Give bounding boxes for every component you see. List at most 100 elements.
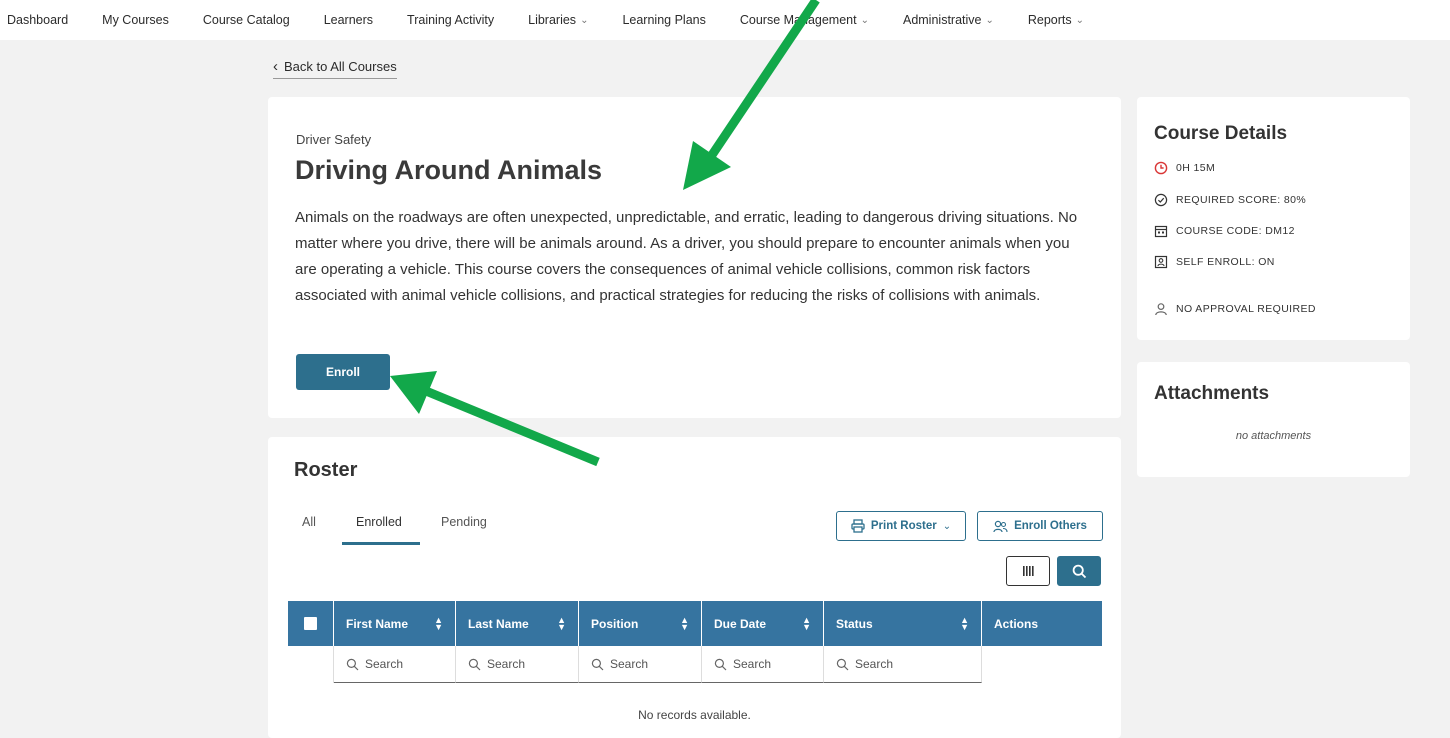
nav-libraries[interactable]: Libraries ⌄: [528, 13, 588, 27]
filter-spacer: [288, 646, 334, 683]
status-search-input[interactable]: Search: [824, 646, 982, 683]
column-label: Actions: [994, 616, 1039, 631]
first-name-search-input[interactable]: Search: [334, 646, 456, 683]
nav-learning-plans[interactable]: Learning Plans: [622, 13, 705, 27]
roster-card: Roster All Enrolled Pending Print Roster…: [268, 437, 1121, 738]
nav-learners[interactable]: Learners: [324, 13, 373, 27]
search-icon: [836, 658, 849, 670]
nav-label: Dashboard: [7, 13, 69, 27]
chevron-down-icon: ⌄: [942, 520, 952, 532]
approval-row: NO APPROVAL REQUIRED: [1154, 302, 1316, 316]
back-link-label: Back to All Courses: [284, 59, 397, 74]
enroll-others-label: Enroll Others: [1014, 520, 1087, 532]
search-placeholder: Search: [487, 657, 526, 671]
column-label: Status: [836, 616, 873, 631]
course-code-value: COURSE CODE: DM12: [1176, 225, 1295, 237]
attachments-card: Attachments no attachments: [1137, 362, 1410, 477]
column-header-due-date[interactable]: Due Date ▲ ▼: [702, 601, 824, 646]
select-all-cell: [288, 601, 334, 646]
nav-label: Reports: [1027, 13, 1072, 27]
no-attachments-text: no attachments: [1235, 430, 1312, 442]
search-icon: [346, 658, 359, 670]
course-overview-card: Driver Safety Driving Around Animals Ani…: [268, 97, 1121, 418]
due-date-search-input[interactable]: Search: [702, 646, 824, 683]
user-icon: [1155, 303, 1167, 316]
search-icon: [468, 658, 481, 670]
search-placeholder: Search: [855, 657, 894, 671]
search-placeholder: Search: [365, 657, 404, 671]
self-enroll-row: SELF ENROLL: ON: [1154, 255, 1275, 269]
printer-icon: [851, 519, 865, 533]
column-label: First Name: [346, 616, 409, 631]
nav-course-management[interactable]: Course Management ⌄: [740, 13, 869, 27]
clock-icon: [1154, 161, 1168, 175]
nav-reports[interactable]: Reports ⌄: [1028, 13, 1084, 27]
required-score-row: REQUIRED SCORE: 80%: [1154, 193, 1306, 207]
sort-icon: ▲ ▼: [680, 614, 689, 632]
nav-label: Course Management: [739, 13, 857, 27]
chevron-down-icon: ⌄: [1075, 14, 1085, 26]
approval-value: NO APPROVAL REQUIRED: [1176, 303, 1316, 315]
column-header-last-name[interactable]: Last Name ▲ ▼: [456, 601, 579, 646]
top-navigation: Dashboard My Courses Course Catalog Lear…: [0, 0, 1450, 40]
column-header-first-name[interactable]: First Name ▲ ▼: [334, 601, 456, 646]
select-all-checkbox[interactable]: [304, 617, 317, 630]
roster-title: Roster: [294, 459, 358, 481]
search-placeholder: Search: [610, 657, 649, 671]
course-details-title: Course Details: [1154, 123, 1288, 144]
column-header-position[interactable]: Position ▲ ▼: [579, 601, 702, 646]
duration-row: 0H 15M: [1154, 161, 1215, 175]
empty-table-message: No records available.: [638, 708, 751, 722]
search-icon: [1072, 564, 1086, 578]
column-label: Position: [591, 616, 639, 631]
course-category: Driver Safety: [296, 132, 372, 147]
nav-administrative[interactable]: Administrative ⌄: [903, 13, 994, 27]
table-search-button[interactable]: [1057, 556, 1101, 586]
column-header-actions: Actions: [982, 601, 1102, 646]
users-icon: [993, 520, 1008, 532]
nav-label: Training Activity: [407, 13, 495, 27]
last-name-search-input[interactable]: Search: [456, 646, 579, 683]
roster-table-header: First Name ▲ ▼ Last Name ▲ ▼ Position ▲ ▼ Due …: [288, 601, 1102, 646]
course-code-row: COURSE CODE: DM12: [1154, 224, 1295, 238]
nav-label: My Courses: [102, 13, 169, 27]
sort-icon: ▲ ▼: [960, 614, 969, 632]
id-badge-icon: [1154, 255, 1168, 269]
chevron-down-icon: ⌄: [985, 14, 994, 26]
enroll-button[interactable]: Enroll: [296, 354, 390, 390]
print-roster-button[interactable]: Print Roster ⌄: [836, 511, 966, 541]
columns-icon: [1023, 566, 1034, 576]
search-icon: [714, 658, 727, 670]
course-title: Driving Around Animals: [295, 155, 603, 185]
required-score-value: REQUIRED SCORE: 80%: [1176, 194, 1307, 206]
nav-label: Learning Plans: [622, 13, 706, 27]
nav-label: Learners: [323, 13, 374, 27]
print-roster-label: Print Roster: [870, 520, 937, 532]
nav-label: Libraries: [528, 13, 577, 27]
nav-dashboard[interactable]: Dashboard: [7, 13, 68, 27]
back-to-all-courses-link[interactable]: ‹ Back to All Courses: [273, 58, 397, 79]
tab-pending[interactable]: Pending: [441, 515, 487, 529]
roster-filter-row: Search Search Search Search Search: [288, 646, 1102, 683]
sort-icon: ▲ ▼: [802, 614, 811, 632]
chevron-down-icon: ⌄: [860, 14, 869, 26]
nav-training-activity[interactable]: Training Activity: [407, 13, 494, 27]
course-description: Animals on the roadways are often unexpe…: [295, 209, 1078, 304]
nav-label: Course Catalog: [202, 13, 290, 27]
column-header-status[interactable]: Status ▲ ▼: [824, 601, 982, 646]
nav-course-catalog[interactable]: Course Catalog: [203, 13, 290, 27]
attachments-title: Attachments: [1154, 383, 1270, 404]
enroll-others-button[interactable]: Enroll Others: [977, 511, 1103, 541]
duration-value: 0H 15M: [1176, 162, 1216, 174]
column-label: Due Date: [714, 616, 767, 631]
nav-label: Administrative: [902, 13, 982, 27]
nav-my-courses[interactable]: My Courses: [102, 13, 169, 27]
sort-icon: ▲ ▼: [434, 614, 443, 632]
tab-enrolled[interactable]: Enrolled: [356, 515, 402, 529]
tab-all[interactable]: All: [302, 515, 316, 529]
self-enroll-value: SELF ENROLL: ON: [1176, 256, 1275, 268]
course-details-card: Course Details 0H 15M REQUIRED SCORE: 80…: [1137, 97, 1410, 340]
position-search-input[interactable]: Search: [579, 646, 702, 683]
column-chooser-button[interactable]: [1006, 556, 1050, 586]
search-icon: [591, 658, 604, 670]
